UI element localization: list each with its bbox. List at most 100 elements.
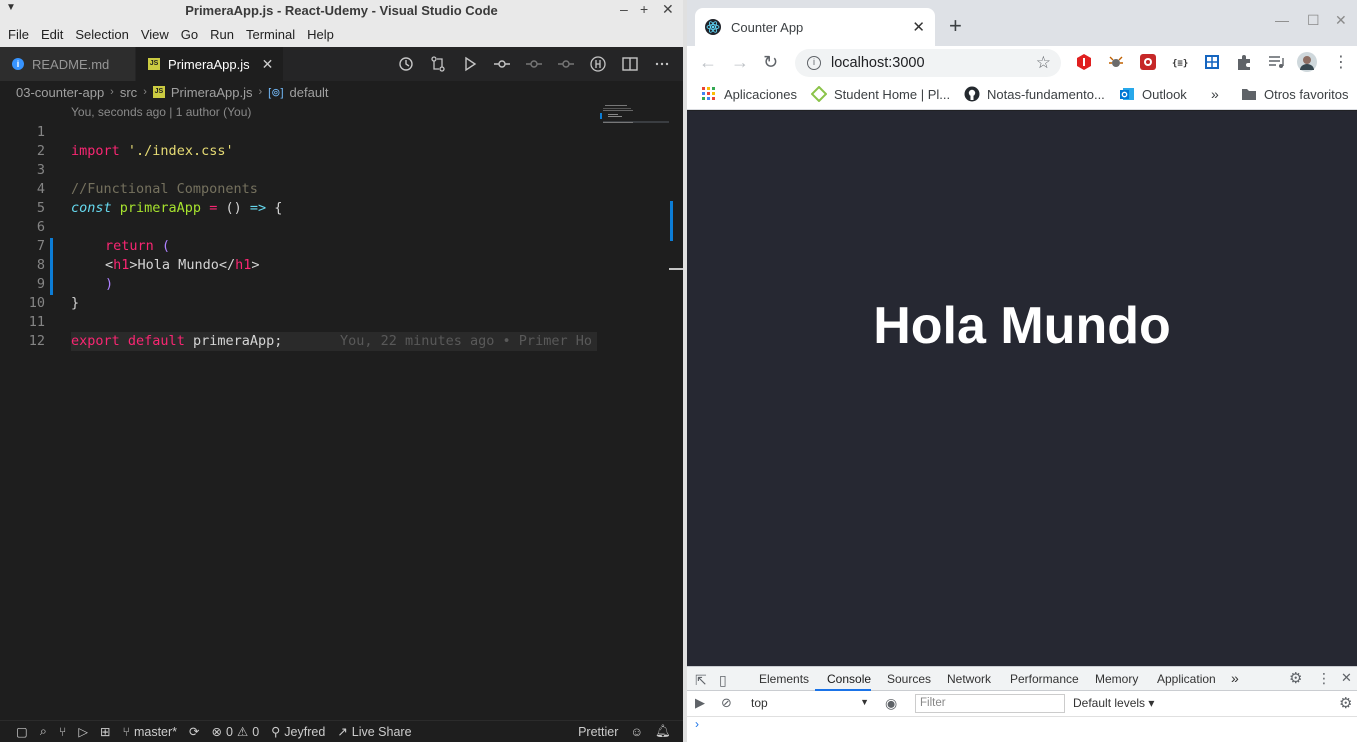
devtools-tab-elements[interactable]: Elements <box>759 672 809 686</box>
run-debug-icon[interactable]: ▷ <box>72 724 94 739</box>
menu-help[interactable]: Help <box>301 27 340 42</box>
apps-grid-icon <box>702 87 715 100</box>
compare-changes-icon[interactable] <box>429 55 447 73</box>
reload-icon[interactable]: ↻ <box>763 52 778 73</box>
feedback-icon[interactable]: ☺ <box>624 725 649 739</box>
settings-gear-icon[interactable]: ⚙ <box>1289 669 1302 687</box>
menu-file[interactable]: File <box>2 27 35 42</box>
run-icon[interactable] <box>461 55 479 73</box>
breadcrumb-symbol[interactable]: default <box>290 85 329 100</box>
adblock-extension-icon[interactable] <box>1075 53 1093 71</box>
open-changes-icon[interactable] <box>589 55 607 73</box>
bookmark-outlook[interactable]: Outlook <box>1119 86 1187 102</box>
menu-terminal[interactable]: Terminal <box>240 27 301 42</box>
log-levels-dropdown[interactable]: Default levels ▾ <box>1073 696 1154 710</box>
breadcrumb-file[interactable]: PrimeraApp.js <box>171 85 253 100</box>
code-editor[interactable]: You, seconds ago | 1 author (You) 1 2 imp… <box>0 103 683 718</box>
live-share-button[interactable]: ↗ Live Share <box>331 724 417 740</box>
problems-indicator[interactable]: ⊗ 0 ⚠ 0 <box>206 724 266 740</box>
source-control-icon[interactable]: ⑂ <box>53 725 73 739</box>
tab-readme[interactable]: i README.md <box>0 47 136 81</box>
back-icon[interactable]: ← <box>699 52 717 73</box>
tab-primeraapp[interactable]: JS PrimeraApp.js ✕ <box>136 47 285 81</box>
devtools-tab-application[interactable]: Application <box>1157 672 1216 686</box>
close-tab-icon[interactable]: ✕ <box>262 56 274 73</box>
status-bar: ▢ ⌕ ⑂ ▷ ⊞ ⑂ master* ⟳ ⊗ 0 ⚠ 0 ⚲ Jeyfred ↗ Live… <box>0 720 683 742</box>
notifications-icon[interactable]: 🔔︎ <box>649 724 677 739</box>
codelens-authors[interactable]: You, seconds ago | 1 author (You) <box>71 105 251 119</box>
sidebar-toggle-icon[interactable]: ▶︎ <box>695 695 705 711</box>
page-heading: Hola Mundo <box>873 297 1171 355</box>
bookmark-student-home[interactable]: Student Home | Pl... <box>811 86 950 102</box>
console-prompt[interactable]: › <box>695 717 699 731</box>
forward-icon[interactable]: → <box>731 52 749 73</box>
profile-avatar[interactable] <box>1297 52 1317 72</box>
devtools-tab-network[interactable]: Network <box>947 672 991 686</box>
bookmark-other[interactable]: Otros favoritos <box>1241 86 1349 102</box>
minimap[interactable] <box>600 103 670 133</box>
timeline-icon[interactable] <box>397 55 415 73</box>
code-line-5: 5 const primeraApp = () => { <box>36 200 283 216</box>
close-devtools-icon[interactable]: ✕ <box>1341 670 1352 686</box>
bookmark-star-icon[interactable]: ☆ <box>1036 53 1051 73</box>
react-icon <box>705 19 721 35</box>
next-change-icon[interactable] <box>557 55 575 73</box>
prettier-status[interactable]: Prettier <box>572 725 624 739</box>
live-expression-eye-icon[interactable]: ◉ <box>885 695 897 712</box>
bookmarks-overflow-icon[interactable]: » <box>1211 86 1219 102</box>
red-extension-icon[interactable] <box>1139 53 1157 71</box>
git-branch[interactable]: ⑂ master* <box>116 725 183 739</box>
close-tab-icon[interactable]: ✕ <box>912 18 925 36</box>
site-info-icon[interactable]: i <box>807 56 821 70</box>
devtools-tab-performance[interactable]: Performance <box>1010 672 1079 686</box>
new-tab-icon[interactable]: + <box>949 13 962 39</box>
vscode-window: ▼ PrimeraApp.js - React-Udemy - Visual S… <box>0 0 683 742</box>
minimize-icon[interactable]: – <box>620 1 628 17</box>
clear-console-icon[interactable]: ⊘ <box>721 695 732 711</box>
browser-tab[interactable]: Counter App ✕ <box>695 8 935 46</box>
chrome-menu-icon[interactable]: ⋮ <box>1333 52 1349 72</box>
puzzle-extensions-icon[interactable] <box>1235 53 1253 71</box>
split-editor-icon[interactable] <box>621 55 639 73</box>
more-actions-icon[interactable] <box>653 55 671 73</box>
remote-explorer-icon[interactable]: ▢ <box>10 724 34 739</box>
menu-go[interactable]: Go <box>175 27 204 42</box>
devtools-tab-sources[interactable]: Sources <box>887 672 931 686</box>
context-selector[interactable]: top ▼ <box>751 696 869 710</box>
devtools-more-tabs-icon[interactable]: » <box>1231 670 1239 686</box>
maximize-icon[interactable]: + <box>640 1 648 17</box>
folder-icon <box>1242 89 1256 100</box>
js-file-icon: JS <box>152 86 165 98</box>
devtools-menu-icon[interactable]: ⋮ <box>1317 670 1331 687</box>
console-settings-gear-icon[interactable]: ⚙ <box>1339 694 1352 712</box>
breadcrumb-src[interactable]: src <box>120 85 137 100</box>
previous-change-icon[interactable] <box>525 55 543 73</box>
bookmark-notas[interactable]: Notas-fundamento... <box>964 86 1105 102</box>
devtools-tabs: ⇱ ▯ Elements Console Sources Network Per… <box>687 667 1357 691</box>
device-toolbar-icon[interactable]: ▯ <box>719 672 727 689</box>
bookmark-apps[interactable]: Aplicaciones <box>701 86 797 102</box>
minimize-icon[interactable]: — <box>1275 12 1289 28</box>
grid-extension-icon[interactable] <box>1203 53 1221 71</box>
inspect-element-icon[interactable]: ⇱ <box>695 672 707 689</box>
menu-run[interactable]: Run <box>204 27 240 42</box>
close-window-icon[interactable]: ✕ <box>662 1 674 18</box>
close-window-icon[interactable]: ✕ <box>1335 12 1347 29</box>
git-commit-icon[interactable] <box>493 55 511 73</box>
account-indicator[interactable]: ⚲ Jeyfred <box>265 724 331 740</box>
sync-icon[interactable]: ⟳ <box>183 724 205 739</box>
maximize-icon[interactable]: ☐ <box>1307 12 1320 29</box>
menu-edit[interactable]: Edit <box>35 27 69 42</box>
console-filter-input[interactable]: Filter <box>915 694 1065 713</box>
menu-selection[interactable]: Selection <box>69 27 134 42</box>
devtools-tab-console[interactable]: Console <box>827 672 871 686</box>
address-bar[interactable]: i localhost:3000 ☆ <box>795 49 1061 77</box>
menu-view[interactable]: View <box>135 27 175 42</box>
extensions-icon[interactable]: ⊞ <box>94 724 116 739</box>
media-control-icon[interactable] <box>1267 53 1285 71</box>
json-extension-icon[interactable]: {≡} <box>1171 53 1189 71</box>
devtools-tab-memory[interactable]: Memory <box>1095 672 1138 686</box>
search-icon[interactable]: ⌕ <box>34 724 53 739</box>
breadcrumb-folder[interactable]: 03-counter-app <box>16 85 104 100</box>
bug-extension-icon[interactable] <box>1107 53 1125 71</box>
